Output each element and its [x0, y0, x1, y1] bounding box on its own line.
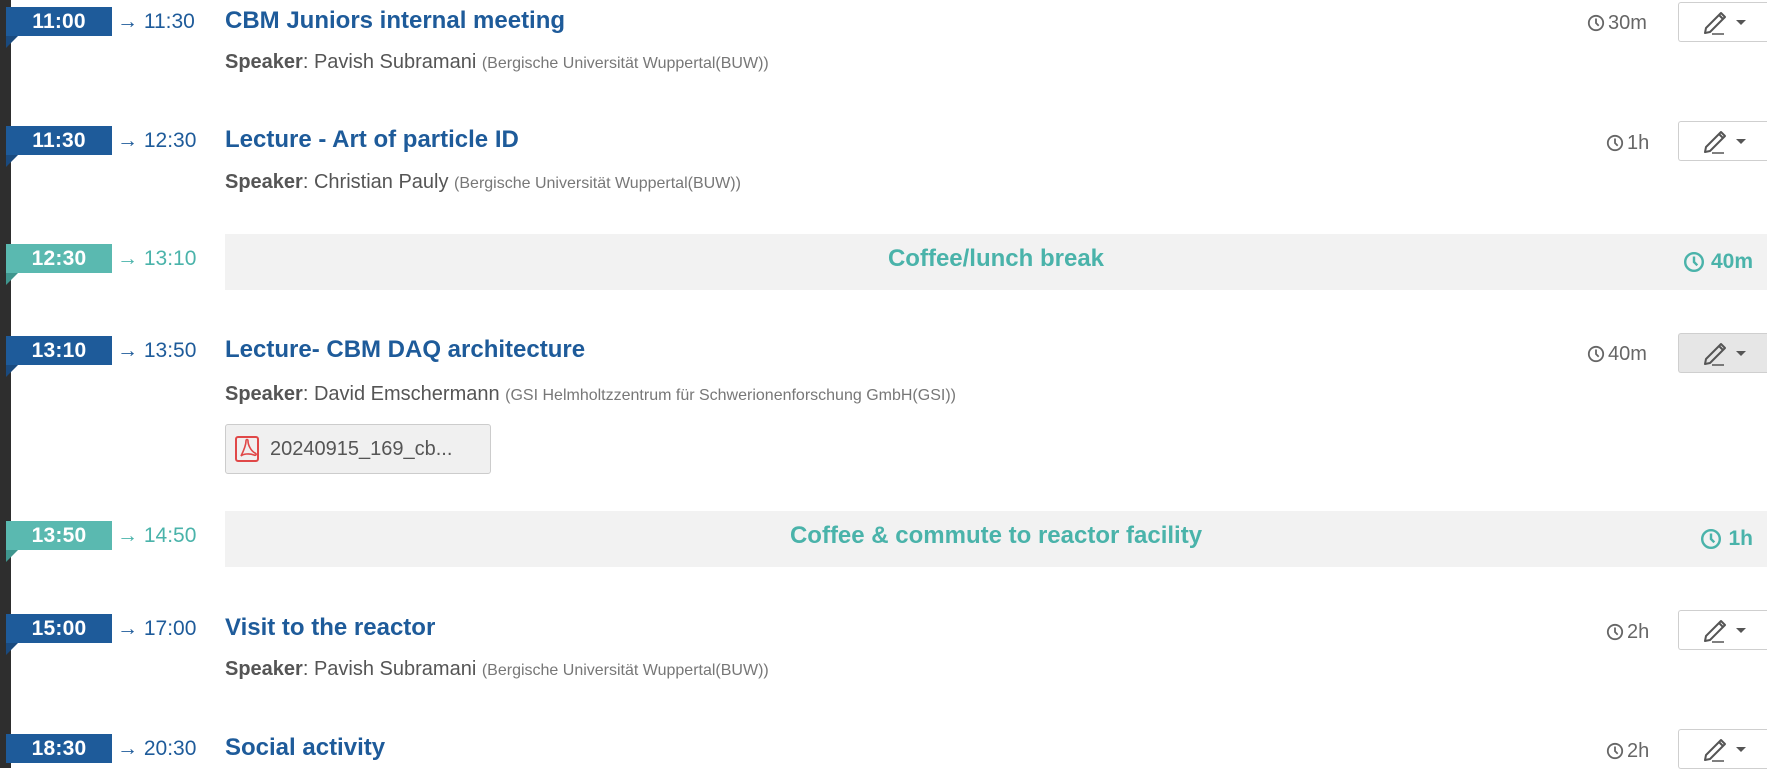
speaker-affiliation: (Bergische Universität Wuppertal(BUW)): [481, 662, 769, 679]
edit-menu-button[interactable]: [1678, 2, 1767, 42]
badge-tail: [6, 365, 18, 377]
contribution-title[interactable]: Lecture- CBM DAQ architecture: [225, 335, 585, 365]
start-time-badge: 18:30: [6, 734, 112, 763]
edit-menu-button[interactable]: [1678, 121, 1767, 161]
start-time-badge: 11:30: [6, 126, 112, 155]
end-time: → 13:50: [117, 339, 197, 362]
pencil-icon: [1704, 620, 1726, 643]
chevron-down-icon: [1736, 746, 1746, 752]
duration-label: 1h: [1606, 130, 1649, 156]
badge-tail: [6, 643, 18, 655]
speaker-line: Speaker: Pavish Subramani (Bergische Uni…: [225, 658, 769, 680]
badge-tail: [6, 155, 18, 167]
pencil-icon: [1704, 12, 1726, 35]
speaker-label: Speaker: [225, 171, 303, 193]
break-band: Coffee & commute to reactor facility 1h: [225, 511, 1767, 567]
speaker-name[interactable]: Christian Pauly: [314, 171, 449, 193]
contribution-title[interactable]: Visit to the reactor: [225, 613, 435, 643]
duration-label: 30m: [1587, 10, 1647, 36]
start-time-badge: 15:00: [6, 614, 112, 643]
chevron-down-icon: [1736, 627, 1746, 633]
edit-menu-button[interactable]: [1678, 610, 1767, 650]
attachment-button[interactable]: 20240915_169_cb...: [225, 424, 491, 474]
break-title: Coffee & commute to reactor facility: [789, 522, 1203, 549]
start-time-badge: 13:10: [6, 336, 112, 365]
duration-value: 30m: [1608, 12, 1647, 34]
speaker-line: Speaker: Christian Pauly (Bergische Univ…: [225, 171, 741, 193]
start-time-badge: 12:30: [6, 244, 112, 273]
duration-value: 2h: [1627, 740, 1650, 762]
clock-icon: [1587, 14, 1605, 32]
clock-icon: [1606, 134, 1624, 152]
speaker-name[interactable]: Pavish Subramani: [314, 51, 476, 73]
edit-menu-button[interactable]: [1678, 729, 1767, 769]
clock-icon: [1701, 528, 1722, 550]
duration-label: 1h: [1700, 511, 1753, 567]
clock-icon: [1587, 345, 1605, 363]
end-time: → 11:30: [117, 10, 195, 33]
speaker-affiliation: (GSI Helmholtzzentrum für Schwerionenfor…: [505, 387, 956, 404]
pdf-file-icon: [235, 436, 259, 462]
speaker-affiliation: (Bergische Universität Wuppertal(BUW)): [481, 55, 769, 72]
badge-tail: [6, 550, 18, 562]
duration-label: 2h: [1606, 619, 1649, 645]
badge-tail: [6, 273, 18, 285]
duration-label: 40m: [1683, 234, 1753, 290]
chevron-down-icon: [1736, 350, 1746, 356]
speaker-affiliation: (Bergische Universität Wuppertal(BUW)): [454, 175, 741, 192]
attachment-name: 20240915_169_cb...: [270, 437, 453, 460]
duration-value: 1h: [1627, 132, 1650, 154]
pencil-icon: [1704, 131, 1726, 154]
duration-label: 40m: [1587, 341, 1647, 367]
start-time-badge: 11:00: [6, 7, 112, 36]
start-time-badge: 13:50: [6, 521, 112, 550]
duration-label: 2h: [1606, 738, 1649, 764]
chevron-down-icon: [1736, 19, 1746, 25]
end-time: → 20:30: [117, 737, 197, 760]
chevron-down-icon: [1736, 138, 1746, 144]
badge-tail: [6, 36, 18, 48]
duration-value: 40m: [1710, 250, 1753, 273]
end-time: → 14:50: [117, 524, 197, 547]
end-time: → 12:30: [117, 129, 197, 152]
pencil-icon: [1704, 343, 1726, 366]
speaker-label: Speaker: [225, 51, 303, 73]
duration-value: 40m: [1608, 343, 1647, 365]
clock-icon: [1606, 742, 1624, 760]
clock-icon: [1683, 251, 1704, 273]
break-title: Coffee/lunch break: [887, 245, 1105, 272]
duration-value: 1h: [1728, 527, 1753, 550]
speaker-name[interactable]: David Emschermann: [314, 383, 500, 405]
speaker-label: Speaker: [225, 383, 303, 405]
end-time: → 13:10: [117, 247, 197, 270]
break-band: Coffee/lunch break 40m: [225, 234, 1767, 290]
duration-value: 2h: [1627, 621, 1650, 643]
contribution-title[interactable]: Social activity: [225, 733, 385, 763]
pencil-icon: [1704, 739, 1726, 762]
speaker-label: Speaker: [225, 658, 303, 680]
clock-icon: [1606, 623, 1624, 641]
speaker-line: Speaker: David Emschermann (GSI Helmholt…: [225, 383, 956, 405]
speaker-name[interactable]: Pavish Subramani: [314, 658, 476, 680]
contribution-title[interactable]: Lecture - Art of particle ID: [225, 125, 519, 155]
speaker-line: Speaker: Pavish Subramani (Bergische Uni…: [225, 51, 769, 73]
end-time: → 17:00: [117, 617, 197, 640]
contribution-title[interactable]: CBM Juniors internal meeting: [225, 6, 565, 36]
edit-menu-button[interactable]: [1678, 333, 1767, 373]
